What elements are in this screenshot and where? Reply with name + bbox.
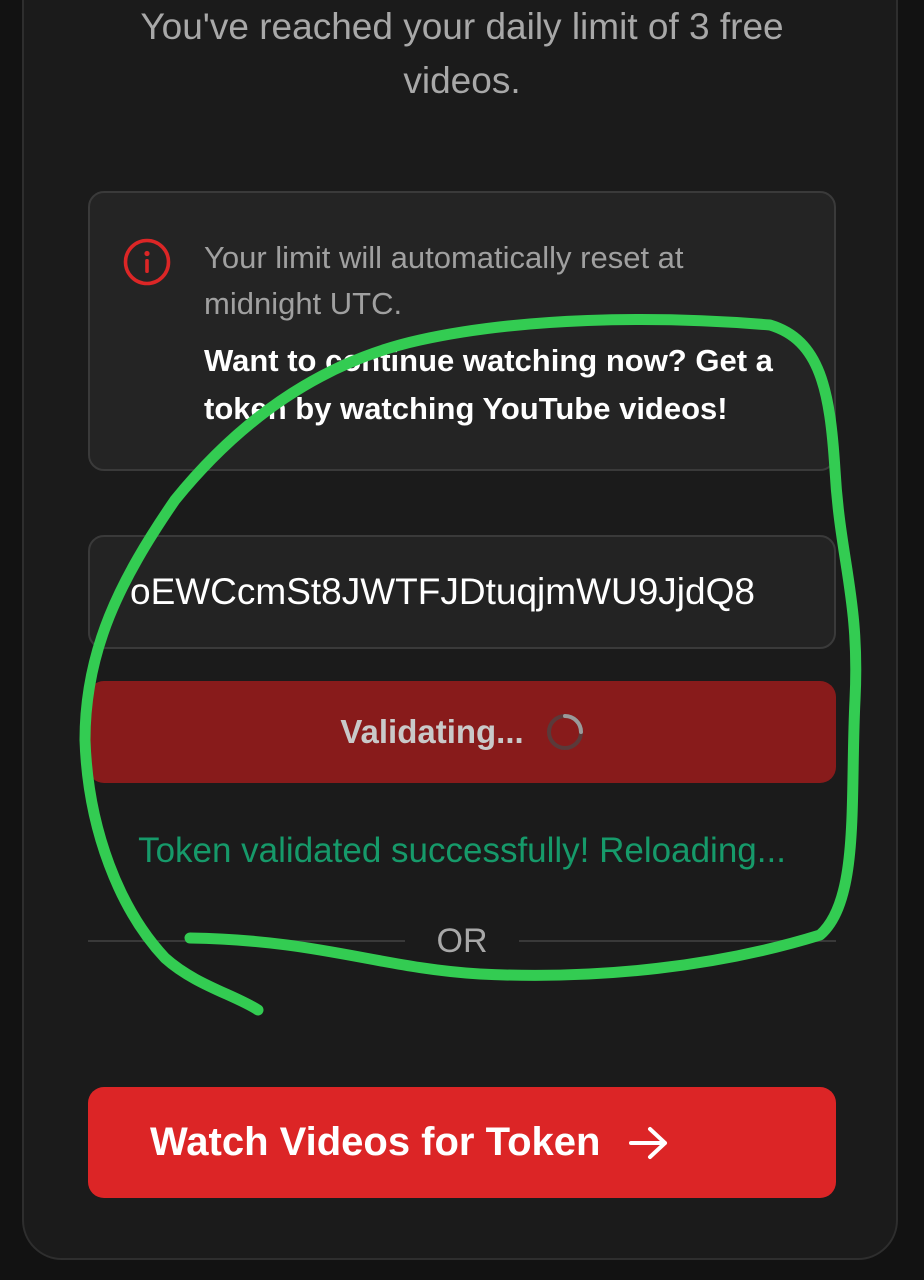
token-input[interactable] — [88, 535, 836, 649]
screen: You've reached your daily limit of 3 fre… — [0, 0, 924, 1280]
limit-message: You've reached your daily limit of 3 fre… — [100, 0, 824, 108]
divider-or: OR — [436, 922, 488, 960]
info-box: Your limit will automatically reset at m… — [88, 191, 836, 471]
divider-line-left — [88, 940, 405, 942]
limit-message-line1: You've reached your daily limit of 3 fre… — [140, 6, 784, 47]
limit-message-line2: videos. — [403, 60, 521, 101]
spinner-icon — [546, 714, 583, 750]
info-circle-icon — [123, 238, 171, 286]
validate-button-label: Validating... — [340, 713, 524, 750]
reset-info-text: Your limit will automatically reset at m… — [204, 240, 684, 321]
watch-videos-button[interactable]: Watch Videos for Token — [88, 1087, 836, 1198]
arrow-right-icon — [629, 1126, 668, 1159]
token-prompt-text: Want to continue watching now? Get a tok… — [204, 343, 773, 426]
divider-line-right — [519, 940, 836, 942]
validate-button[interactable]: Validating... — [88, 681, 836, 783]
watch-videos-button-label: Watch Videos for Token — [150, 1120, 601, 1164]
success-message: Token validated successfully! Reloading.… — [138, 831, 786, 870]
